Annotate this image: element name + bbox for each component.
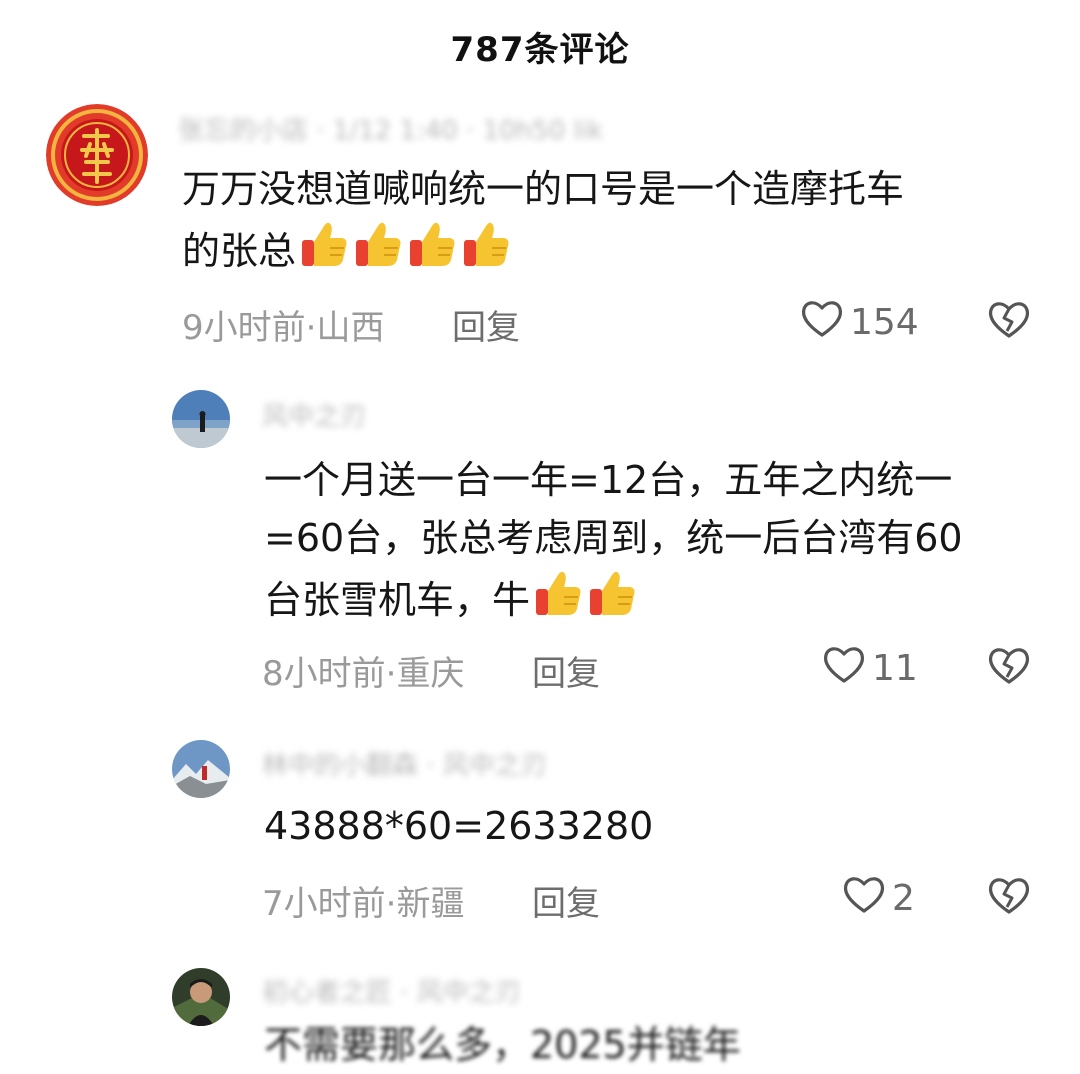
- broken-heart-icon: [986, 648, 1032, 690]
- like-button[interactable]: 154: [800, 298, 919, 347]
- broken-heart-icon: [986, 302, 1032, 344]
- dislike-button[interactable]: [986, 298, 1032, 344]
- dislike-button[interactable]: [986, 644, 1032, 690]
- comment-text: 43888*60=2633280: [264, 797, 1054, 855]
- username[interactable]: 初心者之匠 · 风中之刃: [262, 972, 521, 1009]
- comment-text: 万万没想道喊响统一的口号是一个造摩托车 的张总: [182, 160, 1042, 286]
- dislike-button[interactable]: [986, 874, 1032, 920]
- emoji-group: [530, 571, 638, 622]
- heart-outline-icon: [842, 874, 886, 923]
- thumbs-up-emoji: [298, 218, 350, 286]
- comment-text-line: 万万没想道喊响统一的口号是一个造摩托车: [182, 167, 905, 211]
- like-button[interactable]: 2: [842, 874, 915, 923]
- thumbs-up-emoji: [352, 218, 404, 286]
- comment-text-line: 不需要那么多，2025并链年: [264, 1023, 741, 1067]
- heart-outline-icon: [822, 644, 866, 693]
- comment-text-segment: 台张雪机车，牛: [264, 578, 531, 622]
- comment-text-line: 一个月送一台一年=12台，五年之内统一: [264, 458, 953, 502]
- thumbs-up-emoji: [460, 218, 512, 286]
- comment-text-line: 台张雪机车，牛: [264, 567, 1054, 635]
- username[interactable]: 林中的小翻森 · 风中之刃: [262, 745, 547, 782]
- comment-meta: 8小时前·重庆: [262, 654, 465, 694]
- comment-text: 不需要那么多，2025并链年: [264, 1016, 1054, 1074]
- heart-outline-icon: [800, 298, 844, 347]
- reply-button[interactable]: 回复: [452, 300, 520, 349]
- like-count: 11: [872, 648, 918, 689]
- comment-count-title: 787条评论: [450, 30, 630, 70]
- emoji-group: [296, 222, 512, 273]
- comment-meta: 9小时前·山西: [182, 308, 385, 348]
- thumbs-up-emoji: [586, 567, 638, 635]
- thumbs-up-emoji: [406, 218, 458, 286]
- thumbs-up-emoji: [532, 567, 584, 635]
- avatar[interactable]: [172, 740, 230, 798]
- username[interactable]: 张忘的小店 · 1/12 1:40 · 10h50 lik: [178, 110, 603, 147]
- like-count: 2: [892, 878, 915, 919]
- comment-text-line: 43888*60=2633280: [264, 804, 654, 848]
- reply-button[interactable]: 回复: [532, 876, 600, 925]
- reply-button[interactable]: 回复: [532, 646, 600, 695]
- avatar[interactable]: [46, 104, 148, 206]
- comment-text-segment: 的张总: [182, 229, 297, 273]
- username[interactable]: 风中之刃: [262, 396, 366, 433]
- like-button[interactable]: 11: [822, 644, 918, 693]
- avatar[interactable]: [172, 968, 230, 1026]
- comment-meta: 7小时前·新疆: [262, 884, 465, 924]
- avatar[interactable]: [172, 390, 230, 448]
- like-count: 154: [850, 302, 919, 343]
- comment-text-line: 的张总: [182, 218, 1042, 286]
- broken-heart-icon: [986, 878, 1032, 920]
- comment-text: 一个月送一台一年=12台，五年之内统一 =60台，张总考虑周到，统一后台湾有60…: [264, 451, 1054, 635]
- comment-text-line: =60台，张总考虑周到，统一后台湾有60: [264, 516, 963, 560]
